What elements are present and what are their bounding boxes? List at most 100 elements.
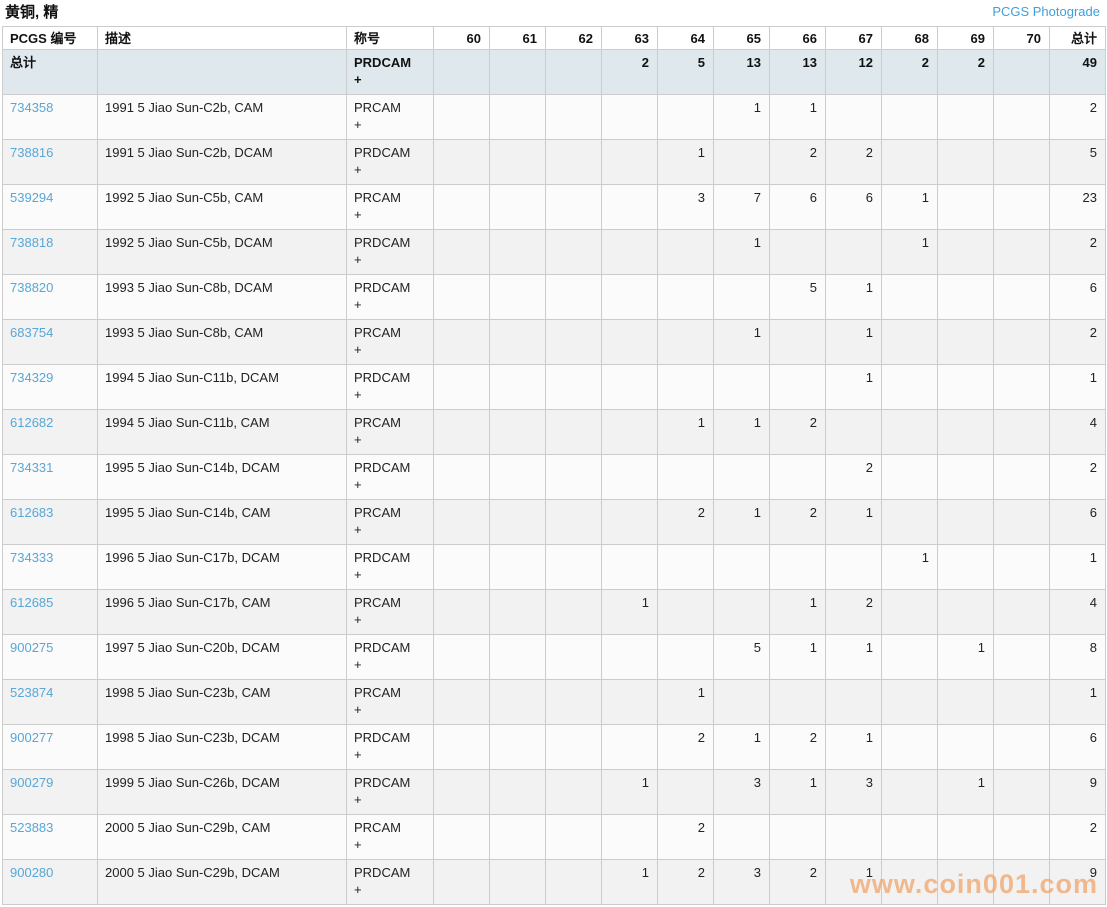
grade-count-66: 2 bbox=[769, 139, 826, 185]
grade-count-66: 2 bbox=[769, 409, 826, 455]
pcgs-number-link[interactable]: 900275 bbox=[10, 640, 53, 655]
grade-count-70 bbox=[993, 634, 1050, 680]
grade-count-67: 1 bbox=[825, 319, 882, 365]
grade-count-67: 2 bbox=[825, 139, 882, 185]
grade-count-69 bbox=[937, 724, 994, 770]
table-row: 734331 1995 5 Jiao Sun-C14b, DCAM PRDCAM + 2… bbox=[2, 454, 1106, 500]
grade-count-61 bbox=[489, 409, 546, 455]
grade-count-63 bbox=[601, 229, 658, 275]
grade-count-66: 6 bbox=[769, 184, 826, 230]
grade-count-63 bbox=[601, 679, 658, 725]
grade-count-68 bbox=[881, 94, 938, 140]
row-total: 9 bbox=[1049, 769, 1106, 815]
grade-count-68 bbox=[881, 499, 938, 545]
grade-count-70 bbox=[993, 139, 1050, 185]
grade-count-63: 1 bbox=[601, 589, 658, 635]
coin-description: 1997 5 Jiao Sun-C20b, DCAM bbox=[97, 634, 347, 680]
photograde-link[interactable]: PCGS Photograde bbox=[992, 4, 1100, 20]
pcgs-number-cell: 900277 bbox=[2, 724, 98, 770]
grade-count-69: 1 bbox=[937, 634, 994, 680]
row-total: 8 bbox=[1049, 634, 1106, 680]
pcgs-number-link[interactable]: 612683 bbox=[10, 505, 53, 520]
grade-count-65 bbox=[713, 364, 770, 410]
grade-count-66: 1 bbox=[769, 589, 826, 635]
grade-count-65: 1 bbox=[713, 94, 770, 140]
coin-description: 1993 5 Jiao Sun-C8b, DCAM bbox=[97, 274, 347, 320]
pcgs-number-link[interactable]: 539294 bbox=[10, 190, 53, 205]
pcgs-number-cell: 900280 bbox=[2, 859, 98, 905]
grade-count-62 bbox=[545, 139, 602, 185]
pcgs-number-link[interactable]: 900279 bbox=[10, 775, 53, 790]
grade-count-66: 2 bbox=[769, 859, 826, 905]
grade-count-69 bbox=[937, 229, 994, 275]
grade-count-67: 2 bbox=[825, 589, 882, 635]
grade-count-64 bbox=[657, 544, 714, 590]
grade-count-63 bbox=[601, 184, 658, 230]
grade-count-61 bbox=[489, 544, 546, 590]
row-total: 23 bbox=[1049, 184, 1106, 230]
grade-count-64 bbox=[657, 769, 714, 815]
designation: PRDCAM + bbox=[346, 139, 434, 185]
pcgs-number-cell: 900275 bbox=[2, 634, 98, 680]
coin-description: 2000 5 Jiao Sun-C29b, DCAM bbox=[97, 859, 347, 905]
grade-count-70 bbox=[993, 679, 1050, 725]
coin-description: 1996 5 Jiao Sun-C17b, CAM bbox=[97, 589, 347, 635]
grade-count-61 bbox=[489, 364, 546, 410]
grade-count-63 bbox=[601, 94, 658, 140]
coin-description: 1992 5 Jiao Sun-C5b, DCAM bbox=[97, 229, 347, 275]
grade-count-62 bbox=[545, 319, 602, 365]
pcgs-number-link[interactable]: 734331 bbox=[10, 460, 53, 475]
row-total: 5 bbox=[1049, 139, 1106, 185]
designation: PRDCAM + bbox=[346, 274, 434, 320]
pcgs-number-link[interactable]: 683754 bbox=[10, 325, 53, 340]
grade-count-60 bbox=[433, 679, 490, 725]
grade-count-65 bbox=[713, 544, 770, 590]
grade-count-66 bbox=[769, 229, 826, 275]
grade-count-63 bbox=[601, 814, 658, 860]
grade-count-68 bbox=[881, 679, 938, 725]
totals-grade-66: 13 bbox=[769, 49, 826, 95]
pcgs-number-link[interactable]: 900277 bbox=[10, 730, 53, 745]
row-total: 2 bbox=[1049, 229, 1106, 275]
pcgs-number-link[interactable]: 738820 bbox=[10, 280, 53, 295]
pcgs-number-link[interactable]: 523874 bbox=[10, 685, 53, 700]
pcgs-number-link[interactable]: 738818 bbox=[10, 235, 53, 250]
grade-count-66: 2 bbox=[769, 499, 826, 545]
pcgs-number-link[interactable]: 734358 bbox=[10, 100, 53, 115]
pcgs-number-link[interactable]: 612682 bbox=[10, 415, 53, 430]
grade-count-64 bbox=[657, 634, 714, 680]
grade-count-60 bbox=[433, 364, 490, 410]
pcgs-number-link[interactable]: 612685 bbox=[10, 595, 53, 610]
pcgs-number-link[interactable]: 738816 bbox=[10, 145, 53, 160]
grade-count-60 bbox=[433, 634, 490, 680]
grade-count-66: 5 bbox=[769, 274, 826, 320]
table-row: 734358 1991 5 Jiao Sun-C2b, CAM PRCAM + 1 1 2 bbox=[2, 94, 1106, 140]
coin-description: 1992 5 Jiao Sun-C5b, CAM bbox=[97, 184, 347, 230]
pcgs-number-cell: 734358 bbox=[2, 94, 98, 140]
pcgs-number-link[interactable]: 900280 bbox=[10, 865, 53, 880]
coin-description: 1991 5 Jiao Sun-C2b, DCAM bbox=[97, 139, 347, 185]
grade-count-68: 1 bbox=[881, 229, 938, 275]
grade-count-62 bbox=[545, 409, 602, 455]
grade-count-65 bbox=[713, 814, 770, 860]
grade-count-66 bbox=[769, 454, 826, 500]
table-row: 523874 1998 5 Jiao Sun-C23b, CAM PRCAM + 1 1 bbox=[2, 679, 1106, 725]
grade-count-67: 1 bbox=[825, 634, 882, 680]
grade-count-65: 7 bbox=[713, 184, 770, 230]
pcgs-number-link[interactable]: 734329 bbox=[10, 370, 53, 385]
row-total: 2 bbox=[1049, 454, 1106, 500]
coin-description: 1996 5 Jiao Sun-C17b, DCAM bbox=[97, 544, 347, 590]
row-total: 2 bbox=[1049, 814, 1106, 860]
pcgs-number-cell: 612682 bbox=[2, 409, 98, 455]
pcgs-number-link[interactable]: 734333 bbox=[10, 550, 53, 565]
grade-count-70 bbox=[993, 814, 1050, 860]
grade-count-65 bbox=[713, 139, 770, 185]
grade-count-62 bbox=[545, 724, 602, 770]
pcgs-number-link[interactable]: 523883 bbox=[10, 820, 53, 835]
grade-count-69 bbox=[937, 544, 994, 590]
grade-count-62 bbox=[545, 364, 602, 410]
table-row: 900280 2000 5 Jiao Sun-C29b, DCAM PRDCAM + 1… bbox=[2, 859, 1106, 905]
grade-count-65 bbox=[713, 274, 770, 320]
designation: PRCAM + bbox=[346, 679, 434, 725]
row-total: 4 bbox=[1049, 409, 1106, 455]
